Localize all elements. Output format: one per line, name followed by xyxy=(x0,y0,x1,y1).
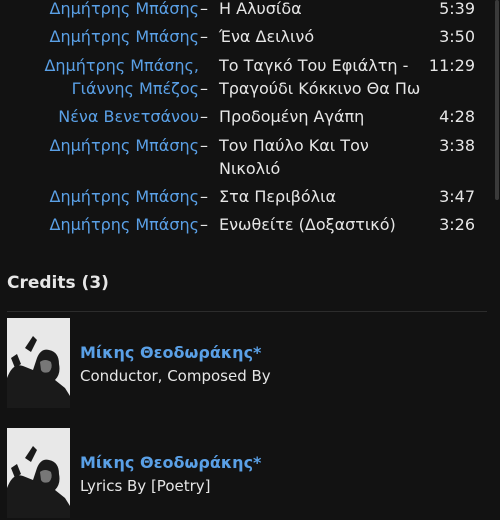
credit-item: Μίκης Θεοδωράκης* Lyrics By [Poetry] xyxy=(0,428,500,520)
track-title: Ενωθείτε (Δοξαστικό) xyxy=(219,215,396,234)
track-row: Δημήτρης Μπάσης – Τον Παύλο Και Τον Νικο… xyxy=(0,134,500,180)
track-artist-link[interactable]: Δημήτρης Μπάσης xyxy=(50,185,199,208)
track-title: Νικολιό xyxy=(219,159,281,178)
track-separator: – xyxy=(200,187,208,206)
track-artist-link[interactable]: Δημήτρης Μπάσης xyxy=(50,213,199,236)
track-artist-link[interactable]: Δημήτρης Μπάσης xyxy=(50,134,199,157)
divider xyxy=(7,311,487,312)
track-row: Δημήτρης Μπάσης – Η Αλυσίδα 5:39 xyxy=(0,0,500,20)
credit-role: Conductor, Composed By xyxy=(80,367,271,385)
track-duration: 4:28 xyxy=(439,107,475,126)
track-title: Στα Περιβόλια xyxy=(219,187,337,206)
track-artist-link[interactable]: Δημήτρης Μπάσης, xyxy=(44,54,199,77)
track-row: Δημήτρης Μπάσης – Ένα Δειλινό 3:50 xyxy=(0,25,500,48)
scrollbar[interactable] xyxy=(495,0,499,200)
track-separator: – xyxy=(200,27,208,46)
track-separator: – xyxy=(200,79,208,98)
track-duration: 5:39 xyxy=(439,0,475,18)
track-artist-link[interactable]: Δημήτρης Μπάσης xyxy=(50,0,199,20)
track-separator: – xyxy=(200,0,208,18)
credit-name-link[interactable]: Μίκης Θεοδωράκης* xyxy=(80,343,261,362)
track-row: Νένα Βενετσάνου – Προδομένη Αγάπη 4:28 xyxy=(0,105,500,128)
track-separator: – xyxy=(200,136,208,155)
track-duration: 3:26 xyxy=(439,215,475,234)
track-separator: – xyxy=(200,215,208,234)
credit-role: Lyrics By [Poetry] xyxy=(80,477,211,495)
track-artist-link[interactable]: Γιάννης Μπέζος xyxy=(72,77,199,100)
track-title: Τραγούδι Κόκκινο Θα Πω xyxy=(219,79,421,98)
track-duration: 3:38 xyxy=(439,136,475,155)
credit-name-link[interactable]: Μίκης Θεοδωράκης* xyxy=(80,453,261,472)
portrait-image xyxy=(7,318,70,408)
track-duration: 11:29 xyxy=(428,56,475,75)
portrait-image xyxy=(7,428,70,518)
artist-photo[interactable] xyxy=(7,428,70,518)
track-duration: 3:47 xyxy=(439,187,475,206)
credits-heading: Credits (3) xyxy=(7,273,109,293)
artist-photo[interactable] xyxy=(7,318,70,408)
track-separator: – xyxy=(200,107,208,126)
track-title: Τον Παύλο Και Τον xyxy=(219,136,369,155)
track-title: Προδομένη Αγάπη xyxy=(219,107,365,126)
track-row: Δημήτρης Μπάσης, Γιάννης Μπέζος – Το Ταγ… xyxy=(0,54,500,100)
track-row: Δημήτρης Μπάσης – Στα Περιβόλια 3:47 xyxy=(0,185,500,208)
track-duration: 3:50 xyxy=(439,27,475,46)
track-title: Η Αλυσίδα xyxy=(219,0,302,18)
track-row: Δημήτρης Μπάσης – Ενωθείτε (Δοξαστικό) 3… xyxy=(0,213,500,236)
track-title: Ένα Δειλινό xyxy=(219,27,315,46)
track-artist-link[interactable]: Δημήτρης Μπάσης xyxy=(50,25,199,48)
track-title: Το Ταγκό Του Εφιάλτη - xyxy=(219,56,409,75)
credit-item: Μίκης Θεοδωράκης* Conductor, Composed By xyxy=(0,318,500,410)
track-artist-link[interactable]: Νένα Βενετσάνου xyxy=(58,105,199,128)
